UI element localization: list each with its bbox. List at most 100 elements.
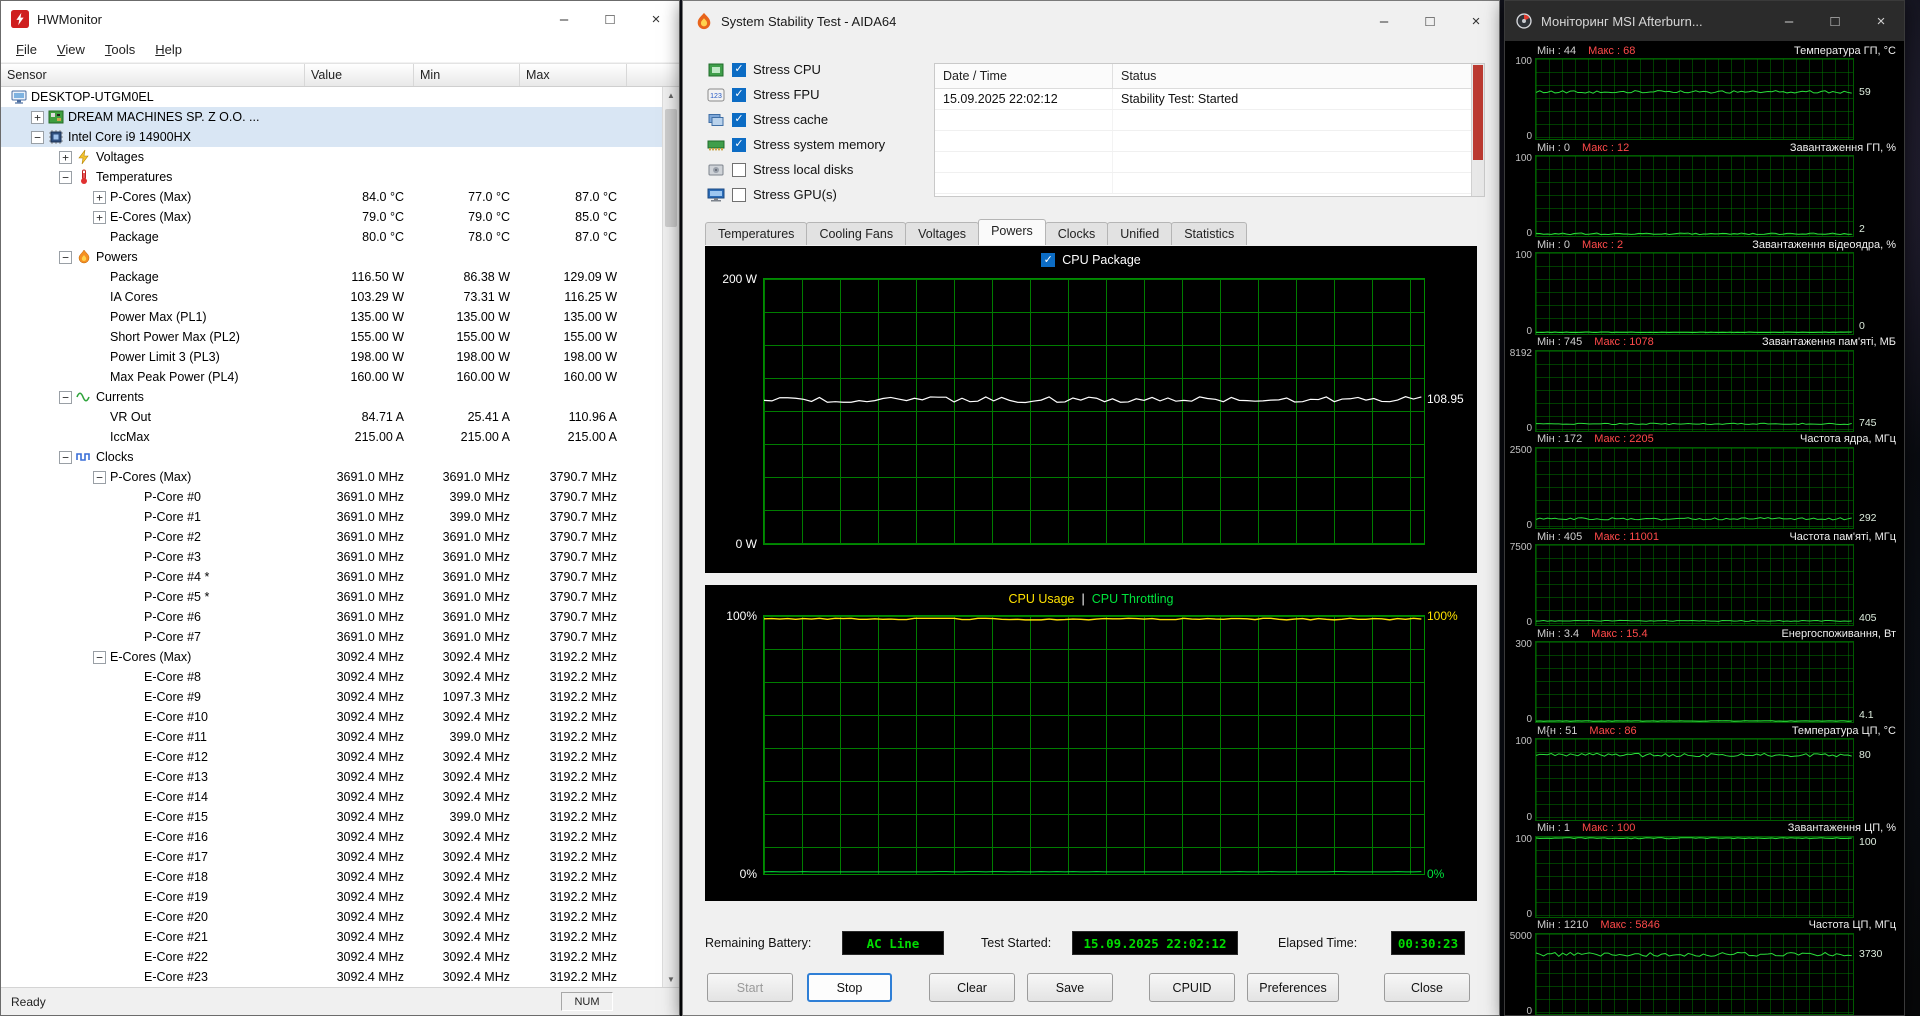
log-column-datetime[interactable]: Date / Time: [935, 64, 1113, 88]
sensor-row-iccmax[interactable]: IccMax215.00 A215.00 A215.00 A: [1, 427, 662, 447]
menu-file[interactable]: File: [7, 39, 46, 60]
checkbox-icon[interactable]: [732, 188, 746, 202]
sensor-row-powers[interactable]: −Powers: [1, 247, 662, 267]
close-icon[interactable]: ×: [633, 1, 679, 37]
sensor-row-p-core-6[interactable]: P-Core #63691.0 MHz3691.0 MHz3790.7 MHz: [1, 607, 662, 627]
sensor-row-e-core-22[interactable]: E-Core #223092.4 MHz3092.4 MHz3192.2 MHz: [1, 947, 662, 967]
collapse-toggle-icon[interactable]: −: [59, 451, 72, 464]
hwmonitor-titlebar[interactable]: HWMonitor – □ ×: [1, 1, 679, 37]
save-button[interactable]: Save: [1027, 973, 1113, 1002]
sensor-row-power-limit-3-pl3[interactable]: Power Limit 3 (PL3)198.00 W198.00 W198.0…: [1, 347, 662, 367]
sensor-row-e-core-21[interactable]: E-Core #213092.4 MHz3092.4 MHz3192.2 MHz: [1, 927, 662, 947]
stress-option-stress-system-memory[interactable]: ✓Stress system memory: [707, 132, 885, 157]
afterburner-titlebar[interactable]: Моніторинг MSI Afterburn... – □ ×: [1505, 1, 1904, 41]
sensor-row-ia-cores[interactable]: IA Cores103.29 W73.31 W116.25 W: [1, 287, 662, 307]
sensor-row-max-peak-power-pl4[interactable]: Max Peak Power (PL4)160.00 W160.00 W160.…: [1, 367, 662, 387]
minimize-icon[interactable]: –: [1766, 1, 1812, 41]
menu-view[interactable]: View: [48, 39, 94, 60]
stop-button[interactable]: Stop: [807, 973, 892, 1002]
checkbox-icon[interactable]: ✓: [732, 138, 746, 152]
checkbox-icon[interactable]: ✓: [732, 63, 746, 77]
maximize-icon[interactable]: □: [1407, 1, 1453, 41]
sensor-row-e-core-23[interactable]: E-Core #233092.4 MHz3092.4 MHz3192.2 MHz: [1, 967, 662, 987]
menu-tools[interactable]: Tools: [96, 39, 144, 60]
maximize-icon[interactable]: □: [587, 1, 633, 37]
sensor-row-p-core-2[interactable]: P-Core #23691.0 MHz3691.0 MHz3790.7 MHz: [1, 527, 662, 547]
tab-statistics[interactable]: Statistics: [1171, 222, 1247, 245]
sensor-row-e-core-19[interactable]: E-Core #193092.4 MHz3092.4 MHz3192.2 MHz: [1, 887, 662, 907]
collapse-toggle-icon[interactable]: −: [31, 131, 44, 144]
sensor-row-e-core-10[interactable]: E-Core #103092.4 MHz3092.4 MHz3192.2 MHz: [1, 707, 662, 727]
sensor-row-p-cores-max[interactable]: −P-Cores (Max)3691.0 MHz3691.0 MHz3790.7…: [1, 467, 662, 487]
sensor-row-intel-core-i9-14900hx[interactable]: −Intel Core i9 14900HX: [1, 127, 662, 147]
sensor-row-e-cores-max[interactable]: +E-Cores (Max)79.0 °C79.0 °C85.0 °C: [1, 207, 662, 227]
scroll-up-icon[interactable]: ▲: [663, 87, 679, 103]
tab-cooling-fans[interactable]: Cooling Fans: [806, 222, 906, 245]
sensor-row-e-core-13[interactable]: E-Core #133092.4 MHz3092.4 MHz3192.2 MHz: [1, 767, 662, 787]
column-header-min[interactable]: Min: [414, 64, 520, 86]
sensor-row-e-core-9[interactable]: E-Core #93092.4 MHz1097.3 MHz3192.2 MHz: [1, 687, 662, 707]
sensor-row-power-max-pl1[interactable]: Power Max (PL1)135.00 W135.00 W135.00 W: [1, 307, 662, 327]
scroll-down-icon[interactable]: ▼: [663, 971, 679, 987]
sensor-row-p-core-4[interactable]: P-Core #4 *3691.0 MHz3691.0 MHz3790.7 MH…: [1, 567, 662, 587]
sensor-row-package[interactable]: Package80.0 °C78.0 °C87.0 °C: [1, 227, 662, 247]
sensor-row-e-cores-max[interactable]: −E-Cores (Max)3092.4 MHz3092.4 MHz3192.2…: [1, 647, 662, 667]
sensor-row-p-core-3[interactable]: P-Core #33691.0 MHz3691.0 MHz3790.7 MHz: [1, 547, 662, 567]
scrollbar-thumb[interactable]: [665, 109, 677, 227]
sensor-row-e-core-16[interactable]: E-Core #163092.4 MHz3092.4 MHz3192.2 MHz: [1, 827, 662, 847]
log-scrollbar-thumb[interactable]: [1473, 65, 1483, 160]
sensor-row-currents[interactable]: −Currents: [1, 387, 662, 407]
tab-voltages[interactable]: Voltages: [905, 222, 979, 245]
sensor-row-vr-out[interactable]: VR Out84.71 A25.41 A110.96 A: [1, 407, 662, 427]
expand-toggle-icon[interactable]: +: [93, 211, 106, 224]
collapse-toggle-icon[interactable]: −: [93, 651, 106, 664]
preferences-button[interactable]: Preferences: [1247, 973, 1339, 1002]
log-row[interactable]: 15.09.2025 22:02:12Stability Test: Start…: [935, 89, 1471, 110]
vertical-scrollbar[interactable]: ▲ ▼: [662, 87, 679, 987]
sensor-row-voltages[interactable]: +Voltages: [1, 147, 662, 167]
column-header-sensor[interactable]: Sensor: [1, 64, 305, 86]
log-column-status[interactable]: Status: [1113, 64, 1471, 88]
sensor-row-e-core-11[interactable]: E-Core #113092.4 MHz399.0 MHz3192.2 MHz: [1, 727, 662, 747]
sensor-row-p-cores-max[interactable]: +P-Cores (Max)84.0 °C77.0 °C87.0 °C: [1, 187, 662, 207]
collapse-toggle-icon[interactable]: −: [59, 251, 72, 264]
tab-unified[interactable]: Unified: [1107, 222, 1172, 245]
expand-toggle-icon[interactable]: +: [59, 151, 72, 164]
tab-temperatures[interactable]: Temperatures: [705, 222, 807, 245]
sensor-row-package[interactable]: Package116.50 W86.38 W129.09 W: [1, 267, 662, 287]
sensor-row-p-core-0[interactable]: P-Core #03691.0 MHz399.0 MHz3790.7 MHz: [1, 487, 662, 507]
checkbox-icon[interactable]: ✓: [732, 113, 746, 127]
checkbox-icon[interactable]: [732, 163, 746, 177]
collapse-toggle-icon[interactable]: −: [59, 171, 72, 184]
sensor-row-p-core-1[interactable]: P-Core #13691.0 MHz399.0 MHz3790.7 MHz: [1, 507, 662, 527]
tab-powers[interactable]: Powers: [978, 219, 1046, 245]
sensor-row-e-core-12[interactable]: E-Core #123092.4 MHz3092.4 MHz3192.2 MHz: [1, 747, 662, 767]
tab-clocks[interactable]: Clocks: [1045, 222, 1109, 245]
sensor-row-clocks[interactable]: −Clocks: [1, 447, 662, 467]
maximize-icon[interactable]: □: [1812, 1, 1858, 41]
start-button[interactable]: Start: [707, 973, 793, 1002]
stress-option-stress-gpu-s[interactable]: Stress GPU(s): [707, 182, 885, 207]
aida64-titlebar[interactable]: System Stability Test - AIDA64 – □ ×: [683, 1, 1499, 41]
collapse-toggle-icon[interactable]: −: [93, 471, 106, 484]
clear-button[interactable]: Clear: [929, 973, 1015, 1002]
sensor-row-e-core-20[interactable]: E-Core #203092.4 MHz3092.4 MHz3192.2 MHz: [1, 907, 662, 927]
cpu-package-legend-checkbox[interactable]: ✓: [1041, 253, 1055, 267]
stress-option-stress-local-disks[interactable]: Stress local disks: [707, 157, 885, 182]
stress-option-stress-cache[interactable]: ✓Stress cache: [707, 107, 885, 132]
sensor-row-short-power-max-pl2[interactable]: Short Power Max (PL2)155.00 W155.00 W155…: [1, 327, 662, 347]
sensor-row-desktop-utgm0el[interactable]: DESKTOP-UTGM0EL: [1, 87, 662, 107]
sensor-row-e-core-15[interactable]: E-Core #153092.4 MHz399.0 MHz3192.2 MHz: [1, 807, 662, 827]
stress-option-stress-fpu[interactable]: 123✓Stress FPU: [707, 82, 885, 107]
sensor-row-e-core-8[interactable]: E-Core #83092.4 MHz3092.4 MHz3192.2 MHz: [1, 667, 662, 687]
sensor-row-e-core-17[interactable]: E-Core #173092.4 MHz3092.4 MHz3192.2 MHz: [1, 847, 662, 867]
stress-option-stress-cpu[interactable]: ✓Stress CPU: [707, 57, 885, 82]
sensor-row-e-core-14[interactable]: E-Core #143092.4 MHz3092.4 MHz3192.2 MHz: [1, 787, 662, 807]
close-icon[interactable]: ×: [1453, 1, 1499, 41]
close-icon[interactable]: ×: [1858, 1, 1904, 41]
minimize-icon[interactable]: –: [541, 1, 587, 37]
sensor-row-p-core-5[interactable]: P-Core #5 *3691.0 MHz3691.0 MHz3790.7 MH…: [1, 587, 662, 607]
close-button[interactable]: Close: [1384, 973, 1470, 1002]
sensor-row-e-core-18[interactable]: E-Core #183092.4 MHz3092.4 MHz3192.2 MHz: [1, 867, 662, 887]
minimize-icon[interactable]: –: [1361, 1, 1407, 41]
